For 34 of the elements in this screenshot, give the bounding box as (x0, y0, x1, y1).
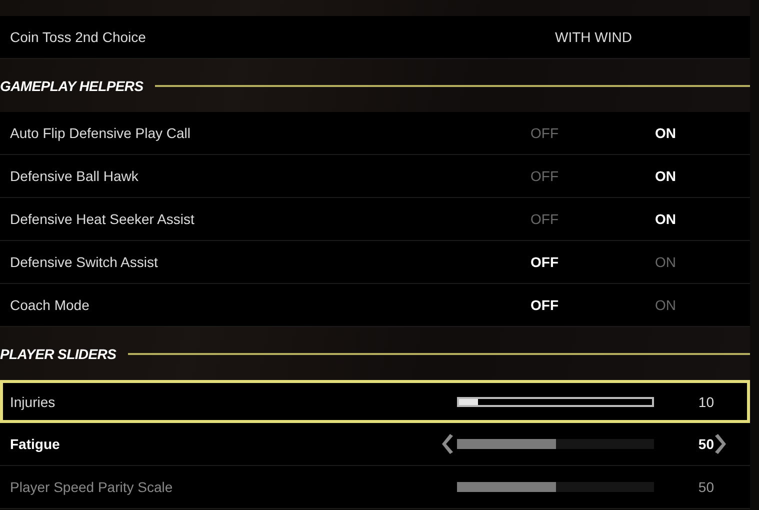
setting-label: Coach Mode (10, 297, 90, 313)
slider-fill[interactable] (459, 398, 478, 404)
section-title: GAMEPLAY HELPERS (0, 78, 144, 94)
toggle-option[interactable]: ON (605, 211, 726, 227)
slider-value: 10 (697, 394, 714, 410)
toggle-option[interactable]: ON (605, 297, 726, 313)
toggle-option[interactable]: ON (605, 168, 726, 184)
toggle-option[interactable]: OFF (484, 297, 605, 313)
section-title: PLAYER SLIDERS (0, 346, 116, 362)
toggle-option[interactable]: ON (605, 254, 726, 270)
chevron-left-icon[interactable] (440, 433, 454, 455)
toggle-option[interactable]: OFF (484, 125, 605, 141)
slider-fill[interactable] (457, 439, 556, 449)
toggle-option[interactable]: ON (605, 125, 726, 141)
setting-row[interactable]: Coin Toss 2nd Choice WITH WIND (0, 16, 750, 59)
toggle-option[interactable]: OFF (484, 211, 605, 227)
slider-value: 50 (697, 436, 714, 452)
setting-value: WITH WIND (555, 29, 632, 45)
setting-label: Defensive Ball Hawk (10, 168, 140, 184)
toggle-option[interactable]: OFF (484, 254, 605, 270)
chevron-right-icon[interactable] (714, 433, 728, 455)
setting-label: Defensive Switch Assist (10, 254, 159, 270)
slider-track[interactable] (457, 396, 654, 406)
setting-label: Auto Flip Defensive Play Call (10, 125, 192, 141)
setting-label: Injuries (10, 394, 56, 410)
slider-row[interactable]: Injuries 10 (0, 380, 750, 423)
slider-row[interactable]: Fatigue 50 (0, 423, 750, 466)
setting-label: Fatigue (10, 436, 61, 452)
setting-label: Defensive Heat Seeker Assist (10, 211, 196, 227)
toggle-option[interactable]: OFF (484, 168, 605, 184)
setting-label: Coin Toss 2nd Choice (10, 29, 147, 45)
slider-value: 50 (697, 479, 714, 495)
slider-track[interactable] (457, 439, 654, 449)
setting-label: Player Speed Parity Scale (10, 479, 174, 495)
